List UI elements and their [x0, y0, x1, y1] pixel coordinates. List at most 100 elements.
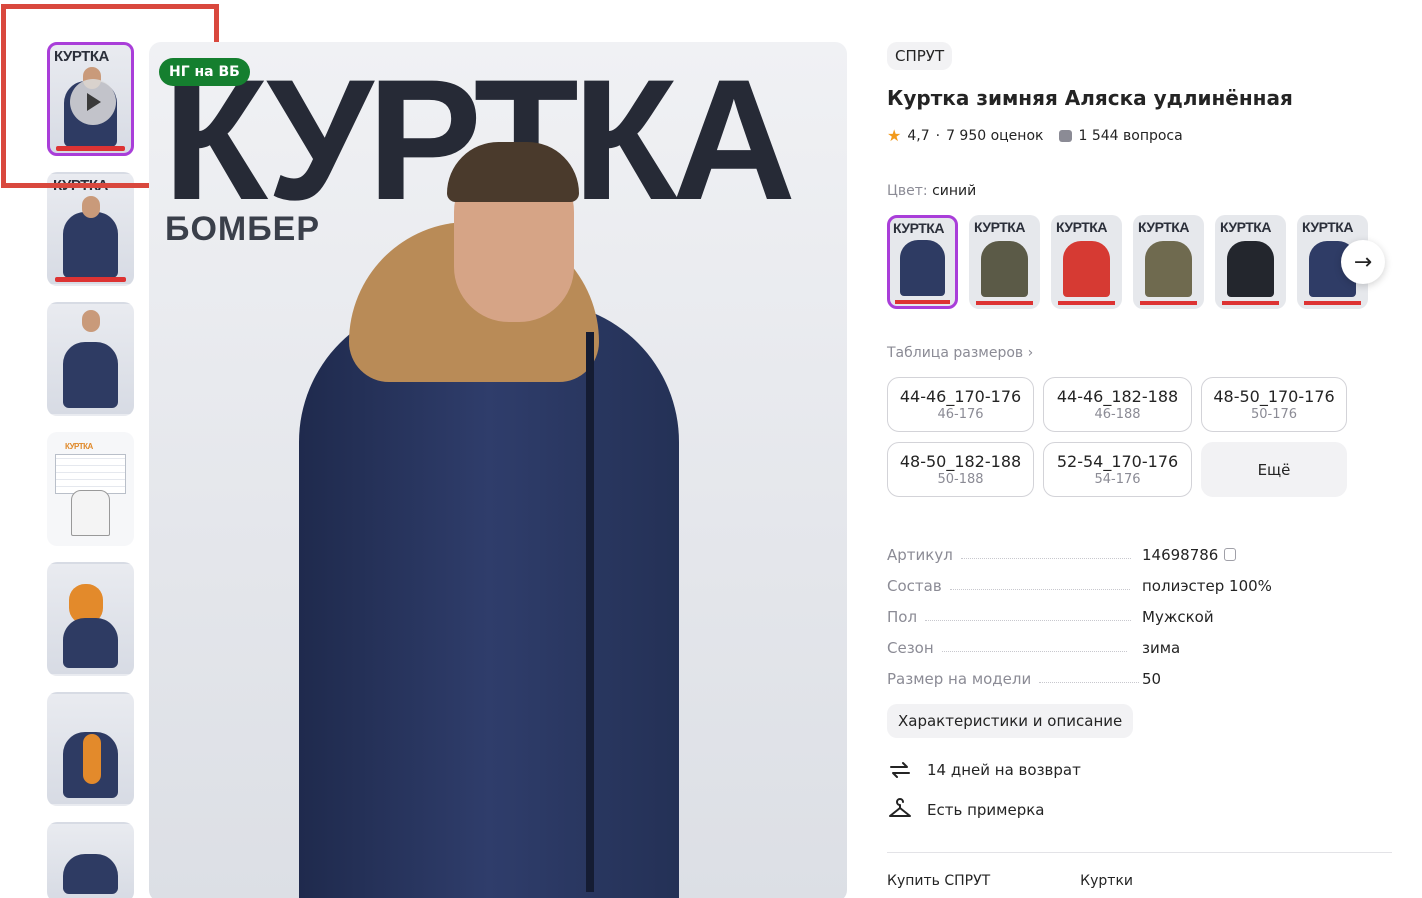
hanger-icon — [889, 798, 911, 817]
thumbnail-jacket — [63, 618, 118, 668]
spec-key: Сезон — [887, 639, 934, 657]
swatch-title: КУРТКА — [1302, 219, 1353, 235]
spec-value: 50 — [1142, 670, 1162, 688]
reviews-count[interactable]: 7 950 оценок — [946, 128, 1043, 144]
size-sub: 46-188 — [1094, 407, 1141, 422]
thumbnail-hood[interactable] — [47, 562, 134, 676]
size-main: 52-54_170-176 — [1056, 452, 1179, 471]
product-title: Куртка зимняя Аляска удлинённая — [887, 86, 1293, 110]
size-sub: 50-176 — [1250, 407, 1298, 422]
image-subheadline: БОМБЕР — [165, 210, 320, 248]
spec-key: Пол — [887, 608, 918, 626]
spec-dots — [1039, 682, 1140, 683]
color-swatch[interactable]: КУРТКА — [1051, 215, 1122, 309]
size-sub: 54-176 — [1094, 472, 1141, 487]
bottom-links: Купить СПРУТ Куртки — [887, 873, 1392, 889]
thumbnail-jacket — [63, 212, 118, 278]
spec-dots — [925, 620, 1132, 621]
spec-dots — [941, 651, 1127, 652]
size-sub: 46-176 — [937, 407, 984, 422]
size-option[interactable]: 48-50_170-176 50-176 — [1201, 377, 1347, 432]
questions-count[interactable]: 1 544 вопроса — [1078, 128, 1182, 144]
thumbnail-jacket — [63, 854, 118, 894]
copy-icon[interactable] — [1224, 548, 1237, 561]
spec-dots — [960, 558, 1131, 559]
promo-badge: НГ на ВБ — [159, 58, 250, 86]
arrow-right-icon[interactable]: → — [1341, 240, 1385, 284]
swatch-title: КУРТКА — [1138, 219, 1189, 235]
spec-key: Размер на модели — [887, 670, 1032, 688]
brand-shop-link[interactable]: Купить СПРУТ — [887, 873, 990, 889]
swatch-title: КУРТКА — [1220, 219, 1271, 235]
divider — [887, 852, 1392, 853]
thumbnail-strip — [56, 146, 125, 151]
spec-row: Пол Мужской — [887, 595, 1392, 626]
color-value: синий — [932, 183, 977, 199]
spec-value: 14698786 — [1142, 546, 1237, 564]
play-icon[interactable] — [70, 79, 116, 125]
spec-row: Сезон зима — [887, 626, 1392, 657]
spec-key: Состав — [887, 577, 942, 595]
color-swatches: КУРТКА КУРТКА КУРТКА КУРТКА КУРТКА КУРТК… — [887, 215, 1392, 309]
main-product-image[interactable]: КУРТКА БОМБЕР НГ на ВБ — [149, 42, 847, 898]
color-swatch[interactable]: КУРТКА — [887, 215, 958, 309]
swatch-strip — [1304, 301, 1361, 305]
thumbnail-face — [82, 310, 100, 332]
jacket-zipper — [586, 332, 594, 892]
thumbnail-lining[interactable] — [47, 692, 134, 806]
color-swatch[interactable]: КУРТКА — [1215, 215, 1286, 309]
color-label: Цвет: — [887, 183, 928, 199]
size-main: 48-50_170-176 — [1213, 387, 1335, 406]
rating-separator: · — [935, 127, 941, 144]
spec-key: Артикул — [887, 546, 953, 564]
spec-value: Мужской — [1142, 608, 1214, 626]
characteristics-button[interactable]: Характеристики и описание — [887, 704, 1134, 738]
swatch-jacket — [1063, 241, 1110, 297]
article-number: 14698786 — [1142, 546, 1219, 564]
fitting-info: Есть примерка — [887, 798, 1392, 822]
swatch-jacket — [1145, 241, 1192, 297]
product-info: СПРУТ Куртка зимняя Аляска удлинённая ★ … — [887, 42, 1392, 889]
thumbnail-photo-1[interactable]: КУРТКА — [47, 172, 134, 286]
swatch-title: КУРТКА — [1056, 219, 1107, 235]
size-main: 44-46_182-188 — [1056, 387, 1179, 406]
thumbnail-photo-3[interactable] — [47, 822, 134, 898]
thumbnail-table — [55, 454, 126, 494]
size-grid: 44-46_170-176 46-176 44-46_182-188 46-18… — [887, 377, 1392, 497]
color-swatch[interactable]: КУРТКА — [969, 215, 1040, 309]
swatch-strip — [976, 301, 1033, 305]
more-sizes-button[interactable]: Ещё — [1201, 442, 1347, 497]
thumbnail-size-chart[interactable]: КУРТКА — [47, 432, 134, 546]
brand-link[interactable]: СПРУТ — [887, 42, 953, 70]
category-link[interactable]: Куртки — [1080, 873, 1133, 889]
size-table-link[interactable]: Таблица размеров › — [887, 345, 1392, 361]
spec-value: зима — [1142, 639, 1181, 657]
thumbnail-photo-2[interactable] — [47, 302, 134, 416]
size-main: 48-50_182-188 — [899, 452, 1022, 471]
size-option[interactable]: 48-50_182-188 50-188 — [887, 442, 1034, 497]
thumbnail-video[interactable]: КУРТКА — [47, 42, 134, 156]
thumbnail-sketch — [71, 490, 110, 536]
color-swatch[interactable]: КУРТКА — [1133, 215, 1204, 309]
thumbnail-strip — [55, 277, 126, 282]
swatch-title: КУРТКА — [974, 219, 1025, 235]
size-main: 44-46_170-176 — [899, 387, 1022, 406]
return-info: 14 дней на возврат — [887, 758, 1392, 782]
spec-row: Размер на модели 50 — [887, 657, 1392, 688]
return-text: 14 дней на возврат — [927, 761, 1081, 779]
size-option[interactable]: 44-46_170-176 46-176 — [887, 377, 1034, 432]
specs-list: Артикул 14698786 Состав полиэстер 100% П… — [887, 533, 1392, 688]
star-icon: ★ — [887, 126, 902, 145]
spec-value: полиэстер 100% — [1142, 577, 1272, 595]
rating-row[interactable]: ★ 4,7 · 7 950 оценок 1 544 вопроса — [887, 126, 1392, 145]
spec-dots — [949, 589, 1130, 590]
swatch-strip — [1058, 301, 1115, 305]
size-option[interactable]: 52-54_170-176 54-176 — [1043, 442, 1192, 497]
size-option[interactable]: 44-46_182-188 46-188 — [1043, 377, 1192, 432]
swatch-strip — [1140, 301, 1197, 305]
size-sub: 50-188 — [937, 472, 984, 487]
return-arrows-icon — [890, 762, 910, 778]
thumbnail-column: КУРТКА КУРТКА КУРТКА — [47, 42, 135, 898]
rating-value: 4,7 — [907, 127, 930, 144]
color-line: Цвет: синий — [887, 183, 1392, 199]
